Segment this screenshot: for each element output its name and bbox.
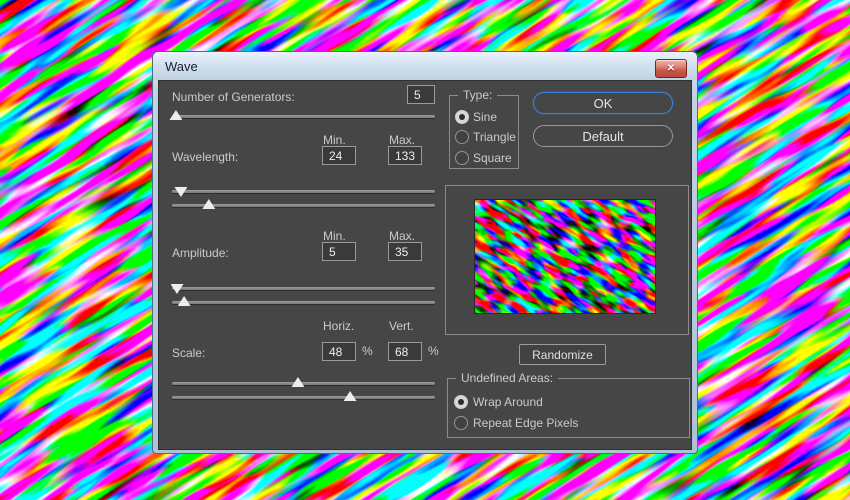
type-radio-sine[interactable] bbox=[455, 110, 469, 124]
scale-vert-unit: % bbox=[428, 344, 439, 358]
undefined-radio-wrap-around[interactable] bbox=[454, 395, 468, 409]
scale-vert-header: Vert. bbox=[389, 319, 414, 333]
default-button-label: Default bbox=[582, 129, 623, 144]
dialog-titlebar[interactable]: Wave ✕ bbox=[153, 52, 697, 80]
scale-vert-slider-track[interactable] bbox=[172, 396, 435, 399]
undefined-radio-repeat-edge[interactable] bbox=[454, 416, 468, 430]
screen: Wave ✕ Number of Generators: Min. Max. W… bbox=[0, 0, 850, 500]
amplitude-min-header: Min. bbox=[323, 229, 346, 243]
close-button[interactable]: ✕ bbox=[655, 59, 687, 78]
generators-slider-track[interactable] bbox=[172, 115, 435, 118]
amplitude-label: Amplitude: bbox=[172, 246, 229, 260]
amplitude-max-field[interactable] bbox=[388, 242, 422, 261]
wave-dialog: Wave ✕ Number of Generators: Min. Max. W… bbox=[152, 51, 698, 454]
type-radio-square[interactable] bbox=[455, 151, 469, 165]
wavelength-min-header: Min. bbox=[323, 133, 346, 147]
default-button[interactable]: Default bbox=[533, 125, 673, 147]
generators-label: Number of Generators: bbox=[172, 90, 295, 104]
type-radio-triangle-label[interactable]: Triangle bbox=[473, 130, 516, 144]
scale-horiz-slider bbox=[172, 376, 435, 390]
scale-vert-field[interactable] bbox=[388, 342, 422, 361]
ok-button[interactable]: OK bbox=[533, 92, 673, 114]
generators-field[interactable] bbox=[407, 85, 435, 104]
generators-slider bbox=[172, 109, 435, 123]
scale-horiz-header: Horiz. bbox=[323, 319, 354, 333]
type-radio-sine-label[interactable]: Sine bbox=[473, 110, 497, 124]
dialog-content: Number of Generators: Min. Max. Waveleng… bbox=[158, 80, 692, 450]
amplitude-min-slider-track[interactable] bbox=[172, 287, 435, 290]
wavelength-min-slider-track[interactable] bbox=[172, 190, 435, 193]
close-icon: ✕ bbox=[667, 64, 675, 74]
scale-horiz-field[interactable] bbox=[322, 342, 356, 361]
undefined-areas-group: Undefined Areas: Wrap Around Repeat Edge… bbox=[447, 378, 690, 438]
scale-horiz-slider-track[interactable] bbox=[172, 382, 435, 385]
wavelength-max-header: Max. bbox=[389, 133, 415, 147]
wavelength-label: Wavelength: bbox=[172, 150, 238, 164]
randomize-button-label: Randomize bbox=[532, 348, 593, 362]
wavelength-max-slider bbox=[172, 198, 435, 212]
wave-preview-thumbnail bbox=[475, 200, 655, 313]
undefined-radio-repeat-edge-label[interactable]: Repeat Edge Pixels bbox=[473, 416, 578, 430]
type-radio-triangle[interactable] bbox=[455, 130, 469, 144]
amplitude-min-slider bbox=[172, 281, 435, 295]
wavelength-min-field[interactable] bbox=[322, 146, 356, 165]
randomize-button[interactable]: Randomize bbox=[519, 344, 606, 365]
amplitude-max-slider-track[interactable] bbox=[172, 301, 435, 304]
type-group: Type: Sine Triangle Square bbox=[449, 95, 519, 169]
scale-horiz-unit: % bbox=[362, 344, 373, 358]
amplitude-min-field[interactable] bbox=[322, 242, 356, 261]
undefined-radio-wrap-around-label[interactable]: Wrap Around bbox=[473, 395, 543, 409]
undefined-areas-label: Undefined Areas: bbox=[456, 371, 558, 385]
wavelength-min-slider bbox=[172, 184, 435, 198]
wavelength-max-field[interactable] bbox=[388, 146, 422, 165]
type-group-label: Type: bbox=[458, 88, 497, 102]
amplitude-max-slider bbox=[172, 295, 435, 309]
type-radio-square-label[interactable]: Square bbox=[473, 151, 512, 165]
scale-vert-slider bbox=[172, 390, 435, 404]
scale-label: Scale: bbox=[172, 346, 205, 360]
preview-panel bbox=[445, 185, 689, 335]
dialog-title: Wave bbox=[165, 59, 198, 74]
ok-button-label: OK bbox=[594, 96, 613, 111]
amplitude-max-header: Max. bbox=[389, 229, 415, 243]
